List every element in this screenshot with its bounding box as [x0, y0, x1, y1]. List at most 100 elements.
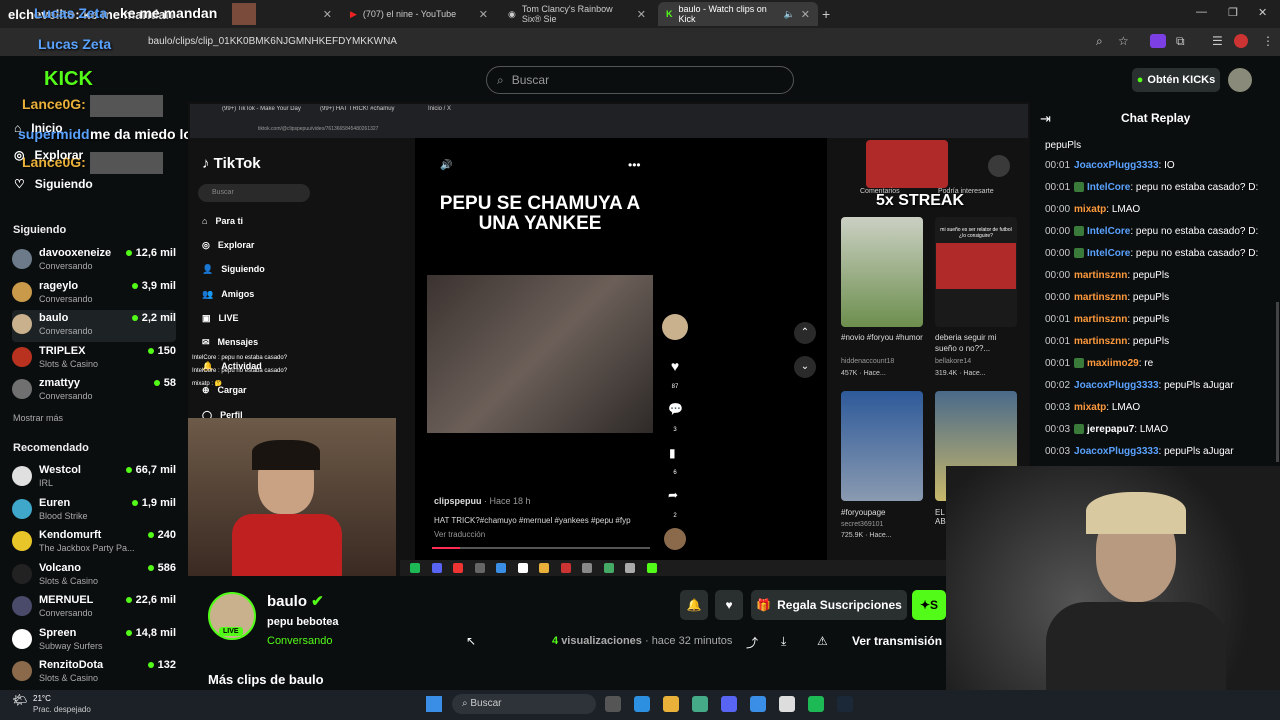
- maximize-button[interactable]: ❐: [1228, 6, 1238, 19]
- spotify-icon[interactable]: [808, 696, 824, 712]
- chat-username[interactable]: maxiimo29: [1087, 358, 1139, 369]
- chat-username[interactable]: martinsznn: [1074, 270, 1127, 281]
- show-more-link[interactable]: Mostrar más: [13, 413, 63, 423]
- video-progress[interactable]: [432, 547, 650, 549]
- close-window-button[interactable]: ✕: [1258, 6, 1267, 19]
- chat-username[interactable]: jerepapu7: [1087, 424, 1134, 435]
- chat-username[interactable]: IntelCore: [1087, 226, 1130, 237]
- next-video-button[interactable]: ⌄: [794, 356, 816, 378]
- channel-item[interactable]: Volcano Slots & Casino 586: [12, 560, 176, 592]
- channel-item[interactable]: Westcol IRL 66,7 mil: [12, 462, 176, 494]
- browser-tab-2[interactable]: ▶ (707) el nine - YouTube ✕: [342, 2, 496, 26]
- close-icon[interactable]: ✕: [801, 8, 810, 21]
- collapse-chat-icon[interactable]: ⇥: [1040, 111, 1051, 127]
- app-icon[interactable]: [779, 696, 795, 712]
- channel-avatar[interactable]: [12, 249, 32, 269]
- subscribe-button[interactable]: ✦ S: [912, 590, 946, 620]
- nav-siguiendo[interactable]: ♡ Siguiendo: [14, 174, 93, 194]
- more-options-icon[interactable]: •••: [628, 158, 641, 172]
- zoom-icon[interactable]: ⌕: [1096, 34, 1103, 49]
- follow-heart-button[interactable]: ♥: [715, 590, 743, 620]
- channel-avatar[interactable]: [12, 596, 32, 616]
- channel-avatar[interactable]: [12, 661, 32, 681]
- channel-avatar[interactable]: [12, 563, 32, 584]
- notifications-button[interactable]: 🔔: [680, 590, 708, 620]
- extensions-puzzle-icon[interactable]: ⧉: [1176, 34, 1185, 49]
- suggestion-thumb[interactable]: mi sueño es ser relator de futbol ¿lo co…: [935, 217, 1017, 327]
- chat-username[interactable]: JoacoxPlugg3333: [1074, 446, 1158, 457]
- channel-avatar[interactable]: [12, 346, 32, 367]
- share-icon[interactable]: ➦: [668, 488, 678, 502]
- prev-video-button[interactable]: ⌃: [794, 322, 816, 344]
- chat-username[interactable]: IntelCore: [1087, 182, 1130, 193]
- url-field[interactable]: baulo/clips/clip_01KK0BMK6NJGMNHKEFDYMKK…: [148, 36, 397, 47]
- profile-icon[interactable]: [1234, 34, 1248, 48]
- weather-temp[interactable]: 21°C: [33, 694, 51, 703]
- channel-avatar[interactable]: [12, 628, 32, 649]
- gift-subs-button[interactable]: 🎁 Regala Suscripciones: [751, 590, 907, 620]
- windows-start-icon[interactable]: [426, 696, 442, 712]
- channel-item[interactable]: Kendomurft The Jackbox Party Pa... 240: [12, 527, 176, 559]
- browser-tab-3[interactable]: ◉ Tom Clancy's Rainbow Six® Sie ✕: [500, 2, 654, 26]
- channel-item[interactable]: zmattyy Conversando 58: [12, 375, 176, 407]
- streamer-name[interactable]: baulo ✔: [267, 592, 324, 610]
- tiktok-menu-item[interactable]: ▣ LIVE: [202, 313, 239, 324]
- translate-link[interactable]: Ver traducción: [434, 530, 485, 539]
- author-avatar[interactable]: [662, 314, 688, 340]
- user-avatar[interactable]: [1228, 68, 1252, 92]
- channel-item[interactable]: baulo Conversando 2,2 mil: [12, 310, 176, 342]
- channel-item[interactable]: MERNUEL Conversando 22,6 mil: [12, 592, 176, 624]
- nav-inicio[interactable]: ⌂ Inicio: [14, 118, 63, 138]
- browser-tab-4[interactable]: Kbaulo - Watch clips on Kick 🔈 ✕: [658, 2, 818, 26]
- task-view-icon[interactable]: [605, 696, 621, 712]
- suggestion-preview[interactable]: [866, 140, 948, 188]
- chat-username[interactable]: mixatp: [1074, 204, 1106, 215]
- tiktok-author-name[interactable]: clipspepuu: [434, 496, 482, 506]
- save-icon[interactable]: ▮: [669, 446, 676, 460]
- close-icon[interactable]: ✕: [323, 8, 332, 21]
- close-icon[interactable]: ✕: [637, 8, 646, 21]
- tiktok-menu-item[interactable]: ◎ Explorar: [202, 240, 254, 251]
- like-icon[interactable]: ♥: [668, 358, 682, 374]
- bookmark-star-icon[interactable]: ☆: [1118, 34, 1129, 48]
- menu-dots-icon[interactable]: ⋮: [1262, 34, 1274, 48]
- chrome-icon[interactable]: [750, 696, 766, 712]
- channel-avatar[interactable]: [12, 531, 32, 551]
- channel-avatar[interactable]: [12, 498, 32, 519]
- steam-icon[interactable]: [837, 696, 853, 712]
- tiktok-menu-item[interactable]: ⌂ Para ti: [202, 216, 243, 226]
- close-icon[interactable]: ✕: [479, 8, 488, 21]
- reading-list-icon[interactable]: ☰: [1212, 34, 1223, 48]
- get-kicks-button[interactable]: ● Obtén KICKs: [1132, 68, 1220, 92]
- channel-avatar[interactable]: [12, 281, 32, 302]
- tiktok-video-frame[interactable]: [427, 275, 653, 433]
- chat-username[interactable]: JoacoxPlugg3333: [1074, 160, 1158, 171]
- tiktok-search[interactable]: Buscar: [198, 184, 310, 202]
- extension-icon[interactable]: [1150, 34, 1166, 48]
- chat-username[interactable]: martinsznn: [1074, 336, 1127, 347]
- watch-stream-button[interactable]: Ver transmisión: [852, 634, 946, 648]
- channel-item[interactable]: Spreen Subway Surfers 14,8 mil: [12, 625, 176, 657]
- edge-icon[interactable]: [634, 696, 650, 712]
- clip-category[interactable]: Conversando: [267, 635, 332, 647]
- download-icon[interactable]: ⤓: [781, 634, 786, 649]
- comment-icon[interactable]: 💬: [668, 402, 683, 416]
- suggestion-thumb[interactable]: [841, 391, 923, 501]
- suggestion-avatar[interactable]: [988, 155, 1010, 177]
- audio-icon[interactable]: 🔈: [784, 9, 795, 20]
- tiktok-menu-item[interactable]: 👥 Amigos: [202, 289, 254, 300]
- chat-scrollbar[interactable]: [1276, 302, 1279, 462]
- chat-username[interactable]: mixatp: [1074, 402, 1106, 413]
- volume-icon[interactable]: 🔊: [440, 160, 452, 171]
- chat-username[interactable]: JoacoxPlugg3333: [1074, 380, 1158, 391]
- tiktok-menu-item[interactable]: 👤 Siguiendo: [202, 264, 265, 275]
- report-icon[interactable]: ⚠: [817, 634, 828, 648]
- taskbar-search[interactable]: ⌕ Buscar: [452, 694, 596, 714]
- store-icon[interactable]: [692, 696, 708, 712]
- channel-item[interactable]: RenzitoDota Slots & Casino 132: [12, 657, 176, 689]
- file-explorer-icon[interactable]: [663, 696, 679, 712]
- music-disc-icon[interactable]: [664, 528, 686, 550]
- chat-username[interactable]: martinsznn: [1074, 314, 1127, 325]
- chat-username[interactable]: IntelCore: [1087, 248, 1130, 259]
- minimize-button[interactable]: —: [1196, 6, 1207, 18]
